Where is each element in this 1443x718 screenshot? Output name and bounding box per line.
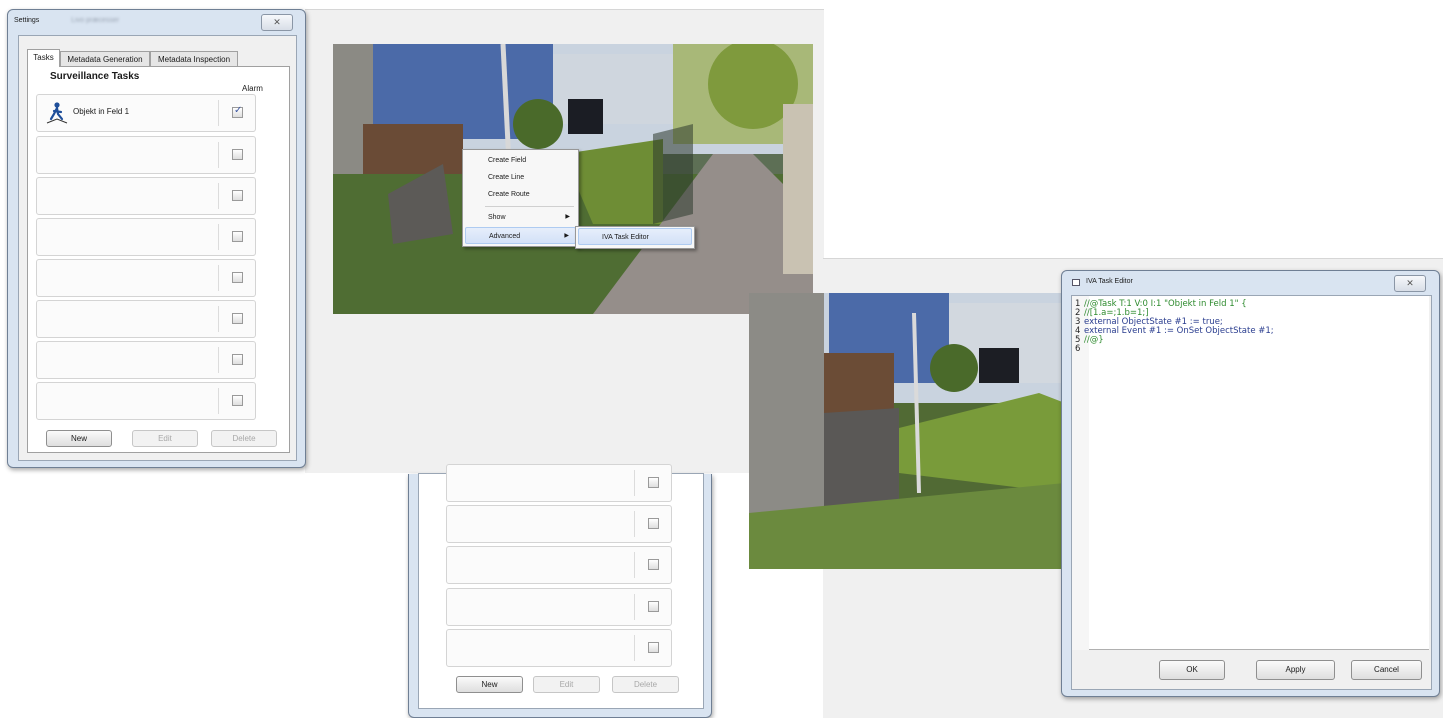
- tab-tasks[interactable]: Tasks: [27, 49, 60, 67]
- close-button[interactable]: ✕: [261, 14, 293, 31]
- task-row[interactable]: Objekt in Feld 1 ✓: [36, 94, 256, 132]
- task-row[interactable]: [446, 629, 672, 667]
- task-row[interactable]: [446, 546, 672, 584]
- edit-button[interactable]: Edit: [533, 676, 600, 693]
- delete-button[interactable]: Delete: [211, 430, 277, 447]
- window-title-blurred: Livo præcesser: [71, 17, 120, 24]
- editor-client-area: 1//@Task T:1 V:0 I:1 "Objekt in Feld 1" …: [1071, 295, 1432, 690]
- alarm-checkbox[interactable]: [648, 477, 659, 488]
- menu-item-advanced[interactable]: Advanced ▶: [465, 227, 576, 244]
- settings-client-area: Tasks Metadata Generation Metadata Inspe…: [18, 35, 297, 461]
- alarm-checkbox[interactable]: [232, 395, 243, 406]
- alarm-checkbox[interactable]: [648, 601, 659, 612]
- check-icon: ✓: [234, 105, 243, 116]
- window-title: Settings: [14, 17, 40, 24]
- menu-item-advanced-label: Advanced: [489, 233, 521, 240]
- person-walking-icon: [45, 101, 69, 125]
- menu-item-show-label: Show: [488, 214, 506, 221]
- menu-item-create-field[interactable]: Create Field: [465, 152, 576, 169]
- close-button[interactable]: ✕: [1394, 275, 1426, 292]
- alarm-checkbox[interactable]: [232, 231, 243, 242]
- alarm-checkbox[interactable]: [232, 190, 243, 201]
- alarm-checkbox[interactable]: [232, 354, 243, 365]
- close-icon: ✕: [1406, 278, 1414, 288]
- alarm-column-label: Alarm: [242, 84, 263, 93]
- task-row[interactable]: [36, 259, 256, 297]
- alarm-checkbox[interactable]: ✓: [232, 105, 243, 118]
- delete-button[interactable]: Delete: [612, 676, 679, 693]
- menu-item-create-route[interactable]: Create Route: [465, 186, 576, 203]
- editor-titlebar[interactable]: IVA Task Editor: [1062, 271, 1439, 293]
- new-button[interactable]: New: [456, 676, 523, 693]
- tab-metadata-generation[interactable]: Metadata Generation: [60, 51, 150, 67]
- task-row[interactable]: [446, 505, 672, 543]
- chevron-right-icon: ▶: [564, 233, 569, 239]
- window-title: IVA Task Editor: [1086, 278, 1133, 285]
- section-title: Surveillance Tasks: [50, 71, 140, 82]
- task-row[interactable]: [446, 588, 672, 626]
- alarm-checkbox[interactable]: [232, 272, 243, 283]
- task-row[interactable]: [36, 136, 256, 174]
- task-row[interactable]: [36, 218, 256, 256]
- menu-item-iva-task-editor[interactable]: IVA Task Editor: [578, 228, 692, 245]
- apply-button[interactable]: Apply: [1256, 660, 1335, 680]
- menu-separator: [485, 206, 574, 207]
- chevron-right-icon: ▶: [565, 214, 570, 220]
- alarm-checkbox[interactable]: [648, 518, 659, 529]
- menu-item-show[interactable]: Show ▶: [465, 209, 576, 226]
- code-line: external Event #1 := OnSet ObjectState #…: [1084, 326, 1274, 336]
- line-number: 6: [1075, 344, 1081, 354]
- alarm-checkbox[interactable]: [648, 642, 659, 653]
- close-icon: ✕: [273, 17, 281, 27]
- task-row[interactable]: [36, 382, 256, 420]
- task-row[interactable]: [36, 177, 256, 215]
- iva-task-editor-window: IVA Task Editor ✕ 1//@Task T:1 V:0 I:1 "…: [1061, 270, 1440, 697]
- new-button[interactable]: New: [46, 430, 112, 447]
- menu-item-create-line[interactable]: Create Line: [465, 169, 576, 186]
- settings-window-lower: New Edit Delete: [408, 464, 712, 718]
- task-row[interactable]: [36, 341, 256, 379]
- camera-view-secondary[interactable]: [749, 293, 1065, 569]
- window-app-icon: [1072, 279, 1080, 286]
- task-row[interactable]: [446, 464, 672, 502]
- tab-metadata-inspection[interactable]: Metadata Inspection: [150, 51, 238, 67]
- cancel-button[interactable]: Cancel: [1351, 660, 1422, 680]
- submenu: IVA Task Editor: [575, 226, 695, 249]
- alarm-checkbox[interactable]: [648, 559, 659, 570]
- alarm-checkbox[interactable]: [232, 313, 243, 324]
- task-row[interactable]: [36, 300, 256, 338]
- task-label: Objekt in Feld 1: [73, 107, 130, 116]
- script-text-area[interactable]: 1//@Task T:1 V:0 I:1 "Objekt in Feld 1" …: [1072, 296, 1429, 650]
- edit-button[interactable]: Edit: [132, 430, 198, 447]
- code-line: //@}: [1084, 335, 1104, 345]
- settings-window: Settings Livo præcesser ✕ Tasks Metadata…: [7, 9, 306, 468]
- lower-client-area: New Edit Delete: [418, 464, 704, 709]
- tab-panel: Surveillance Tasks Alarm Objekt in Feld …: [27, 66, 290, 453]
- context-menu: Create Field Create Line Create Route Sh…: [462, 149, 579, 247]
- alarm-checkbox[interactable]: [232, 149, 243, 160]
- ok-button[interactable]: OK: [1159, 660, 1225, 680]
